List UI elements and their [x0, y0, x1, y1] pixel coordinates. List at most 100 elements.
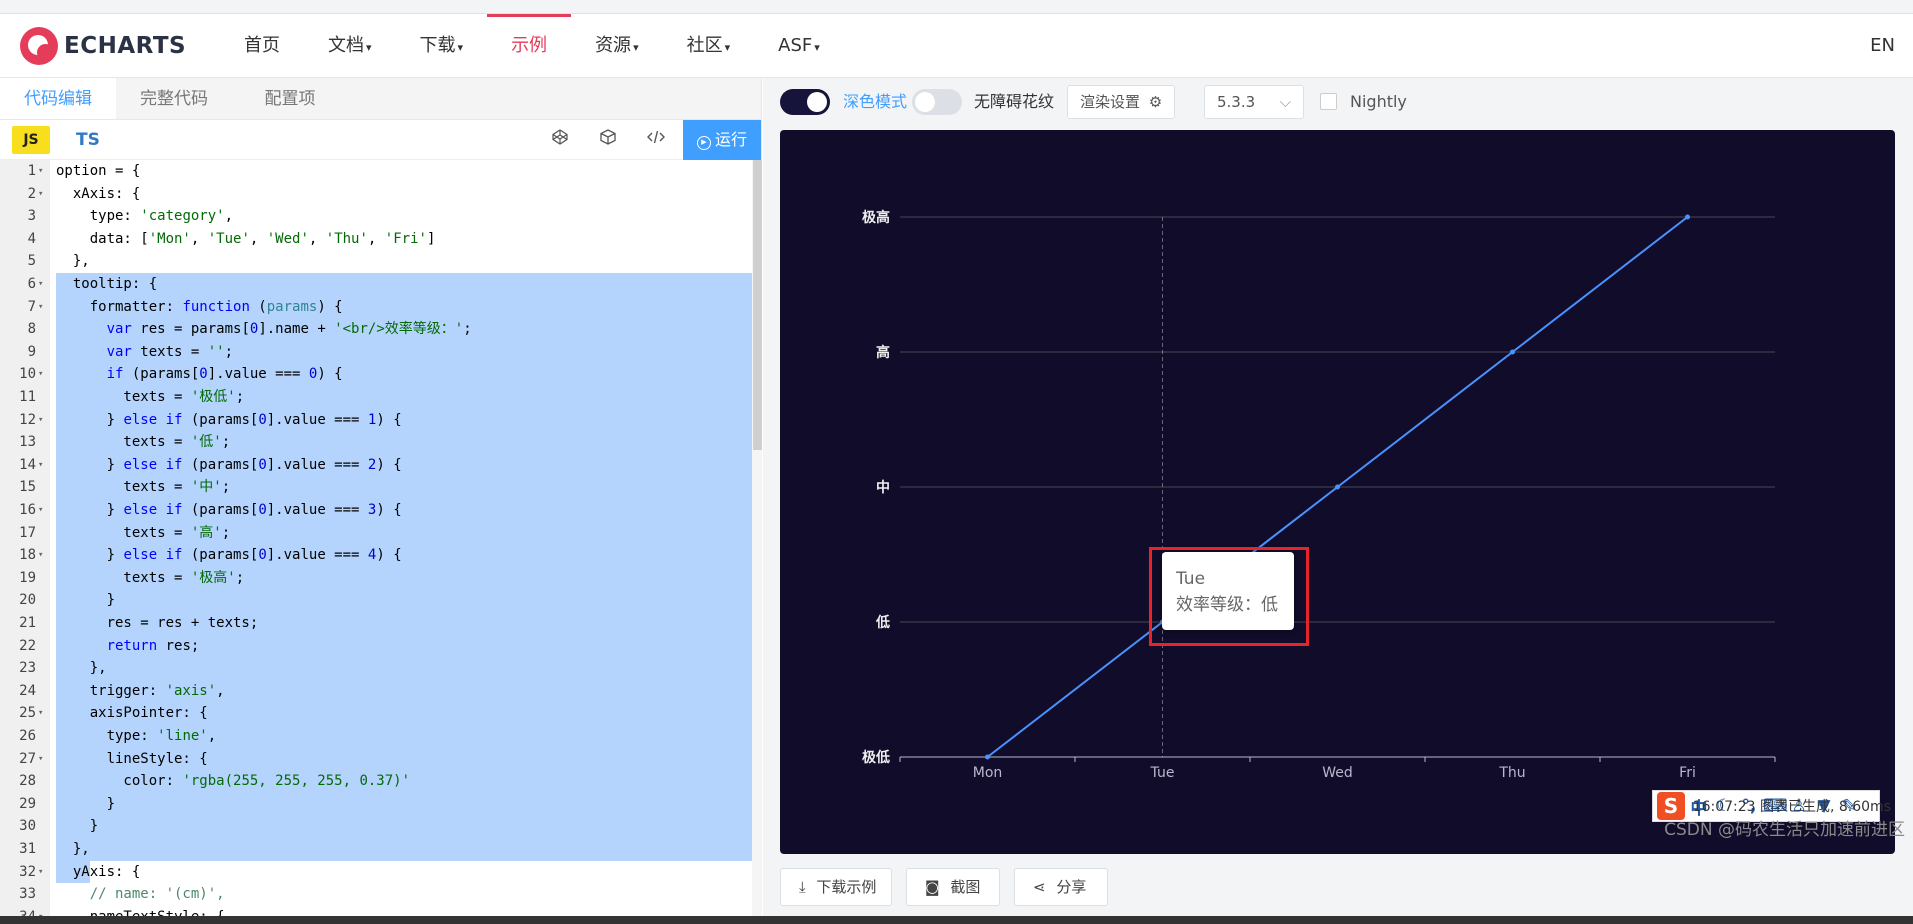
nav-item-2[interactable]: 下载 ▾: [396, 14, 488, 78]
editor-tab-0[interactable]: 代码编辑: [0, 78, 116, 119]
caret-down-icon: ▾: [814, 41, 820, 54]
editor-tab-2[interactable]: 配置项: [232, 78, 348, 119]
camera-icon: ◙: [925, 878, 940, 896]
code-line: 32 ▾ yAxis: {: [0, 861, 762, 884]
nav-label: 首页: [244, 35, 280, 56]
fold-icon[interactable]: ▾: [38, 861, 43, 884]
fold-icon[interactable]: ▾: [38, 363, 43, 386]
code-text: res = res + texts;: [56, 615, 259, 631]
fold-icon[interactable]: ▾: [38, 273, 43, 296]
line-number: 19: [19, 569, 36, 586]
code-line: 1 ▾ option = {: [0, 160, 762, 183]
line-number: 6: [27, 276, 36, 292]
code-text: yAxis: {: [56, 863, 141, 880]
line-number: 28: [19, 773, 36, 790]
code-line: 21 res = res + texts;: [0, 612, 762, 635]
fold-icon[interactable]: ▾: [38, 160, 43, 183]
data-point: [1335, 484, 1340, 490]
x-tick-label: Tue: [1150, 765, 1175, 781]
nav-label: 社区: [686, 35, 723, 56]
code-line: 13 texts = '低';: [0, 431, 762, 454]
preview-toolbar: 深色模式 无障碍花纹 渲染设置 ⚙ 5.3.3 ⌵ Nightly: [763, 78, 1913, 126]
accessibility-label: 无障碍花纹: [974, 92, 1055, 111]
code-line: 26 type: 'line',: [0, 725, 762, 748]
fold-icon[interactable]: ▾: [38, 409, 43, 432]
main-nav: 首页 文档 ▾ 下载 ▾ 示例 资源 ▾ 社区 ▾ ASF ▾: [220, 14, 844, 78]
code-text: data: ['Mon', 'Tue', 'Wed', 'Thu', 'Fri'…: [56, 230, 436, 247]
line-chart[interactable]: 极低 低 中 高 极高 Mon Tue Wed Thu Fri: [780, 130, 1895, 854]
line-number: 27: [19, 750, 36, 767]
dark-mode-toggle[interactable]: [780, 89, 830, 115]
echarts-logo[interactable]: ECHARTS: [20, 27, 186, 65]
code-line: 17 texts = '高';: [0, 522, 762, 545]
chart-container[interactable]: 极低 低 中 高 极高 Mon Tue Wed Thu Fri: [780, 130, 1895, 854]
code-text: } else if (params[0].value === 2) {: [56, 456, 402, 473]
screenshot-button[interactable]: ◙ 截图: [906, 868, 1000, 906]
language-bar: JS TS ▶ 运行: [0, 120, 761, 160]
code-text: }: [56, 795, 116, 812]
fold-icon[interactable]: ▾: [38, 296, 43, 319]
editor-scrollbar-thumb[interactable]: [753, 160, 762, 450]
line-number: 3: [27, 208, 36, 225]
code-line: 3 type: 'category',: [0, 205, 762, 228]
code-line: 14 ▾ } else if (params[0].value === 2) {: [0, 454, 762, 477]
nav-item-5[interactable]: 社区 ▾: [663, 14, 755, 78]
line-number: 31: [19, 841, 36, 857]
line-number: 14: [19, 456, 36, 473]
editor-tab-1[interactable]: 完整代码: [116, 78, 232, 119]
language-switch[interactable]: EN: [1870, 14, 1895, 78]
nav-item-1[interactable]: 文档 ▾: [304, 14, 396, 78]
gear-icon: ⚙: [1148, 93, 1163, 111]
line-number: 24: [19, 682, 36, 699]
version-select[interactable]: 5.3.3 ⌵: [1204, 85, 1304, 119]
code-line: 9 var texts = '';: [0, 341, 762, 364]
site-header: ECHARTS 首页 文档 ▾ 下载 ▾ 示例 资源 ▾ 社区 ▾ ASF ▾ EN: [0, 14, 1913, 78]
fold-icon[interactable]: ▾: [38, 183, 43, 206]
nav-item-6[interactable]: ASF ▾: [754, 14, 844, 78]
nightly-checkbox[interactable]: [1320, 93, 1337, 110]
line-number: 11: [19, 389, 36, 405]
download-example-button[interactable]: ⤓ 下载示例: [780, 868, 892, 906]
code-text: axisPointer: {: [56, 705, 208, 722]
code-text: texts = '极高';: [56, 569, 245, 586]
code-line: 24 trigger: 'axis',: [0, 680, 762, 703]
code-line: 23 },: [0, 657, 762, 680]
line-number: 32: [19, 863, 36, 880]
fold-icon[interactable]: ▾: [38, 499, 43, 522]
ts-button[interactable]: TS: [76, 130, 100, 150]
code-text: xAxis: {: [56, 185, 141, 202]
render-settings-button[interactable]: 渲染设置 ⚙: [1067, 85, 1176, 119]
fold-icon[interactable]: ▾: [38, 454, 43, 477]
fold-icon[interactable]: ▾: [38, 702, 43, 725]
share-button[interactable]: ⋖ 分享: [1014, 868, 1108, 906]
code-text: // name: '(cm)',: [89, 886, 225, 903]
nav-item-0[interactable]: 首页: [220, 14, 304, 78]
run-button[interactable]: ▶ 运行: [683, 120, 761, 160]
code-text: type: 'line',: [56, 728, 217, 744]
code-format-icon[interactable]: [644, 128, 668, 152]
x-tick-label: Mon: [973, 765, 1003, 781]
line-number: 15: [19, 479, 36, 496]
y-tick-label: 低: [875, 614, 890, 631]
codesandbox-icon[interactable]: [596, 128, 620, 152]
toggle-knob: [807, 92, 827, 112]
code-line: 5 },: [0, 250, 762, 273]
version-value: 5.3.3: [1217, 93, 1256, 111]
code-editor[interactable]: 1 ▾ option = {2 ▾ xAxis: {3 type: 'category…: [0, 160, 762, 924]
fold-icon[interactable]: ▾: [38, 748, 43, 771]
nav-label: 文档: [328, 35, 364, 56]
code-text: type: 'category',: [56, 208, 234, 225]
code-text: texts = '低';: [56, 434, 231, 451]
line-number: 17: [19, 524, 36, 541]
render-settings-label: 渲染设置: [1080, 93, 1141, 111]
highlight-annotation-box: [1149, 547, 1309, 646]
nav-item-3[interactable]: 示例: [487, 14, 572, 78]
nav-item-4[interactable]: 资源 ▾: [571, 14, 663, 78]
fold-icon[interactable]: ▾: [38, 544, 43, 567]
codepen-icon[interactable]: [548, 128, 572, 152]
y-tick-label: 中: [876, 479, 890, 496]
js-button[interactable]: JS: [12, 125, 50, 154]
line-number: 33: [19, 886, 36, 903]
accessibility-toggle[interactable]: [912, 89, 962, 115]
code-line: 30 }: [0, 815, 762, 838]
